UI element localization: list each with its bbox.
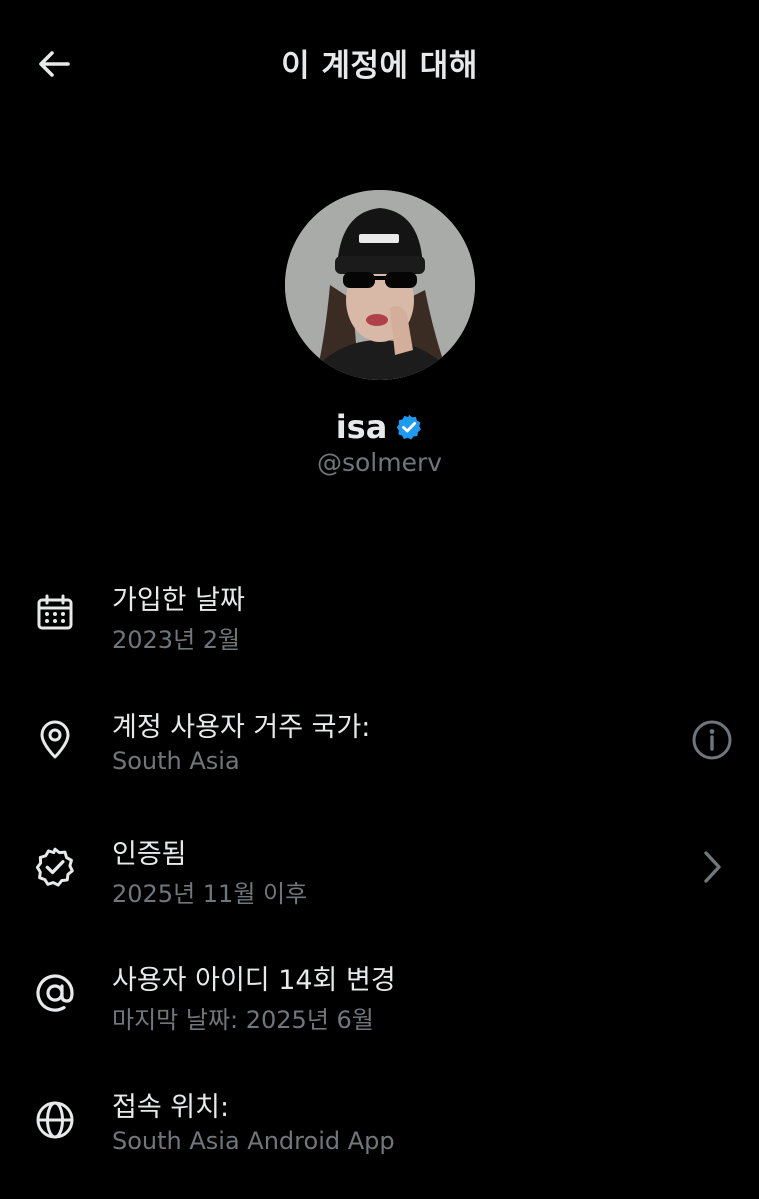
name-row: isa (0, 408, 759, 446)
row-title: 인증됨 (112, 839, 187, 870)
chevron-right-button[interactable] (689, 844, 735, 890)
handle: @solmerv (316, 448, 443, 477)
row-subtitle: South Asia Android App (112, 1127, 395, 1155)
calendar-icon (32, 590, 78, 636)
row-title: 사용자 아이디 14회 변경 (112, 965, 396, 996)
country-row: 계정 사용자 거주 국가: South Asia (0, 695, 759, 795)
row-subtitle: 마지막 날짜: 2025년 6월 (112, 1006, 374, 1034)
chevron-right-icon (704, 851, 721, 883)
avatar-image (285, 190, 475, 380)
row-subtitle: 2023년 2월 (112, 626, 241, 654)
row-title: 계정 사용자 거주 국가: (112, 712, 371, 743)
location-pin-icon (32, 717, 78, 763)
info-icon (692, 720, 732, 760)
verified-badge-icon (397, 414, 422, 440)
connected-via-row: 접속 위치: South Asia Android App (0, 1075, 759, 1175)
header: 이 계정에 대해 (0, 0, 759, 128)
avatar[interactable] (285, 190, 475, 380)
globe-icon (32, 1097, 78, 1143)
joined-date-row: 가입한 날짜 2023년 2월 (0, 568, 759, 668)
verified-outline-icon (32, 844, 78, 890)
row-subtitle: 2025년 11월 이후 (112, 880, 308, 908)
display-name: isa (335, 408, 388, 446)
row-subtitle: South Asia (112, 747, 240, 775)
row-title: 가입한 날짜 (112, 585, 245, 616)
verified-row[interactable]: 인증됨 2025년 11월 이후 (0, 822, 759, 922)
row-title: 접속 위치: (112, 1092, 230, 1123)
page-title: 이 계정에 대해 (281, 48, 478, 84)
username-changes-row: 사용자 아이디 14회 변경 마지막 날짜: 2025년 6월 (0, 948, 759, 1048)
at-sign-icon (32, 970, 78, 1016)
info-button[interactable] (689, 717, 735, 763)
